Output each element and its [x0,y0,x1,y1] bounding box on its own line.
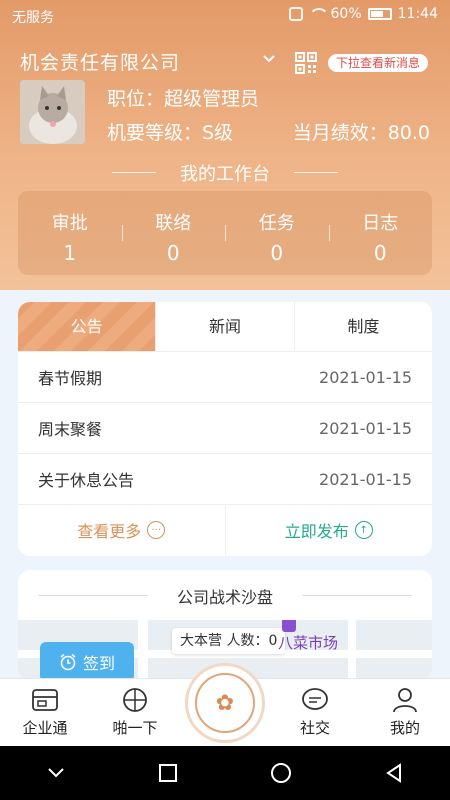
chevron-down-icon[interactable] [262,52,276,66]
status-bar: 无服务 60% 11:44 [0,0,450,32]
new-message-hint: 下拉查看新消息 [328,54,429,72]
nav-tap[interactable]: 啪一下 [90,679,180,746]
more-dots-icon: ··· [147,521,166,539]
announcement-title: 春节假期 [38,369,103,388]
stat-value: 1 [63,241,77,265]
company-switcher[interactable]: 机会责任有限公司 [20,48,180,75]
sand-table-title: 公司战术沙盘 [176,588,273,607]
list-item[interactable]: 周末聚餐 2021-01-15 [18,403,432,454]
stat-value: 0 [166,241,180,265]
battery-icon [367,8,392,20]
announcement-actions: 查看更多 ··· 立即发布 ↑ [18,505,432,555]
workbench-title: 我的工作台 [180,164,270,185]
announcement-title: 关于休息公告 [38,471,135,490]
map-pin-icon [282,620,296,632]
alarm-clock-icon [60,653,76,671]
nav-me[interactable]: 我的 [360,679,450,746]
base-camp-label: 大本营 人数：0 [172,628,286,654]
checkin-label: 签到 [82,654,115,673]
nav-enterprise[interactable]: 企业通 [0,679,90,746]
announcement-date: 2021-01-15 [319,469,412,489]
chevron-down-icon[interactable] [46,766,66,780]
nav-label: 我的 [389,719,420,737]
nav-label: 企业通 [22,719,68,737]
stat-value: 0 [270,241,284,265]
aperture-icon [123,688,147,712]
view-more-label: 查看更多 [77,522,142,541]
vibrate-icon [288,7,303,21]
announcement-title: 周末聚餐 [38,420,103,439]
stat-log[interactable]: 日志 0 [328,191,433,275]
clearance-level-text: 机要等级：S级 [107,122,234,144]
wifi-icon [308,8,329,20]
checkin-button[interactable]: 签到 [40,642,134,680]
briefcase-icon [32,689,58,711]
carrier-text: 无服务 [12,10,54,26]
tab-policy[interactable]: 制度 [293,302,432,351]
nav-social[interactable]: 社交 [270,679,360,746]
stat-label: 审批 [51,213,88,234]
status-icons: 60% 11:44 [288,6,438,22]
announcement-date: 2021-01-15 [319,367,412,387]
nav-center[interactable]: ✿ [180,663,270,746]
divider-line [294,172,338,173]
flower-emblem-icon: ✿ [195,673,255,733]
company-name: 机会责任有限公司 [20,52,181,74]
announcement-card: 公告 新闻 制度 春节假期 2021-01-15 周末聚餐 2021-01-15… [18,302,432,556]
divider-line [302,595,412,596]
home-icon[interactable] [270,762,292,784]
publish-label: 立即发布 [284,522,349,541]
system-navigation-bar [0,746,450,800]
clock: 11:44 [397,6,438,22]
qr-code-icon[interactable] [295,52,317,74]
role-text: 职位：超级管理员 [107,88,260,110]
nav-label: 社交 [299,719,330,737]
stat-label: 任务 [258,213,295,234]
stat-value: 0 [373,241,387,265]
stat-label: 联络 [155,213,192,234]
announcement-tabs: 公告 新闻 制度 [18,302,432,352]
performance-text: 当月绩效：80.0 [292,122,430,144]
stat-approval[interactable]: 审批 1 [18,191,122,275]
view-more-button[interactable]: 查看更多 ··· [18,505,225,555]
publish-button[interactable]: 立即发布 ↑ [224,505,433,555]
back-icon[interactable] [384,763,404,783]
stat-contact[interactable]: 联络 0 [121,191,226,275]
recent-apps-icon[interactable] [158,763,178,783]
avatar[interactable] [20,80,85,144]
market-label: 八菜市场 [278,634,339,652]
battery-percent: 60% [330,6,362,22]
chamber-logo[interactable]: ✿ [185,663,265,743]
arrow-up-icon: ↑ [354,521,373,539]
list-item[interactable]: 春节假期 2021-01-15 [18,352,432,403]
announcement-date: 2021-01-15 [319,418,412,438]
bottom-navigation: 企业通 啪一下 ✿ 社交 我的 [0,663,450,746]
chat-bubble-icon [302,688,328,710]
tab-notice[interactable]: 公告 [18,302,156,351]
map-road [138,620,148,680]
list-item[interactable]: 关于休息公告 2021-01-15 [18,454,432,505]
nav-label: 啪一下 [112,719,158,737]
stat-label: 日志 [362,213,399,234]
stat-task[interactable]: 任务 0 [225,191,329,275]
map-road [348,620,356,680]
person-icon [393,688,417,713]
stats-card: 审批 1 联络 0 任务 0 日志 0 [18,191,432,275]
tab-news[interactable]: 新闻 [155,302,293,351]
cat-avatar-image [20,80,85,144]
